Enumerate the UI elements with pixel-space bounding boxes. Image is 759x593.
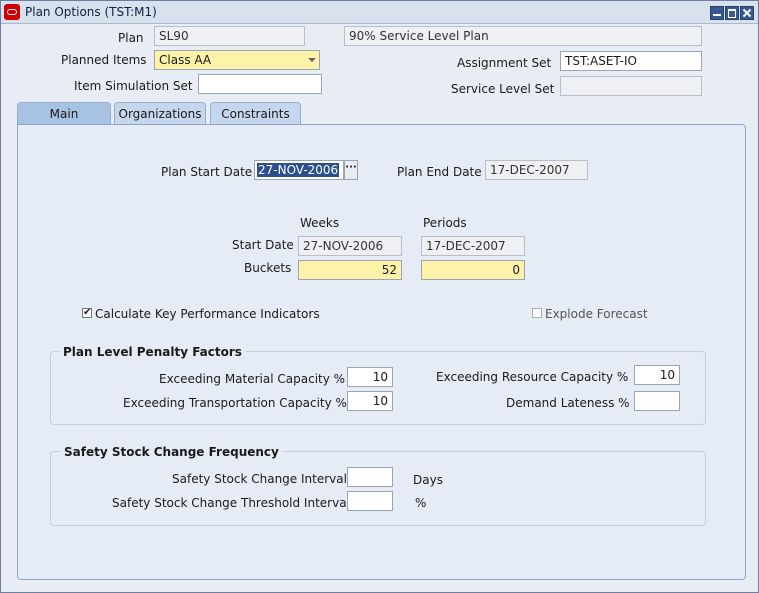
- weeks-start-date-field[interactable]: 27-NOV-2006: [298, 236, 402, 256]
- plan-start-date-value: 27-NOV-2006: [257, 163, 340, 177]
- tab-constraints[interactable]: Constraints: [210, 102, 301, 125]
- material-capacity-label: Exceeding Material Capacity %: [159, 372, 346, 386]
- kpi-label: Calculate Key Performance Indicators: [95, 307, 320, 321]
- safety-interval-unit: Days: [413, 473, 443, 487]
- assignment-set-label: Assignment Set: [457, 56, 552, 70]
- safety-stock-title: Safety Stock Change Frequency: [60, 445, 283, 459]
- buckets-label: Buckets: [244, 261, 292, 275]
- safety-stock-group: [50, 451, 706, 526]
- planned-items-select[interactable]: Class AA: [154, 50, 320, 70]
- plan-start-date-label: Plan Start Date: [161, 165, 253, 179]
- planned-items-value: Class AA: [159, 53, 212, 67]
- explode-forecast-label: Explode Forecast: [545, 307, 648, 321]
- penalty-factors-title: Plan Level Penalty Factors: [59, 345, 246, 359]
- service-level-set-label: Service Level Set: [451, 82, 555, 96]
- safety-threshold-unit: %: [415, 496, 427, 510]
- assignment-set-field[interactable]: TST:ASET-IO: [560, 51, 702, 71]
- safety-threshold-label: Safety Stock Change Threshold Interval: [112, 496, 350, 510]
- demand-lateness-field[interactable]: [634, 391, 680, 411]
- weeks-column-header: Weeks: [300, 216, 340, 230]
- transportation-capacity-field[interactable]: 10: [347, 391, 393, 411]
- service-level-set-field[interactable]: [560, 76, 702, 96]
- maximize-icon[interactable]: [725, 6, 739, 20]
- plan-options-window: Plan Options (TST:M1) Plan SL90 90% Serv…: [0, 0, 759, 593]
- periods-buckets-field[interactable]: 0: [421, 260, 525, 280]
- periods-column-header: Periods: [423, 216, 467, 230]
- minimize-icon[interactable]: [710, 6, 724, 20]
- explode-forecast-checkbox[interactable]: [532, 308, 542, 318]
- kpi-checkbox[interactable]: ✔: [82, 308, 92, 318]
- oracle-app-icon: [4, 4, 20, 20]
- plan-end-date-label: Plan End Date: [397, 165, 482, 179]
- close-icon[interactable]: [740, 6, 754, 20]
- plan-field[interactable]: SL90: [154, 26, 305, 46]
- weeks-buckets-field[interactable]: 52: [298, 260, 402, 280]
- demand-lateness-label: Demand Lateness %: [506, 396, 630, 410]
- tab-organizations[interactable]: Organizations: [114, 102, 206, 125]
- chevron-down-icon[interactable]: [308, 58, 316, 62]
- start-date-label: Start Date: [232, 238, 294, 252]
- calendar-lov-icon[interactable]: ···: [344, 160, 358, 180]
- transportation-capacity-label: Exceeding Transportation Capacity %: [123, 396, 347, 410]
- periods-start-date-field[interactable]: 17-DEC-2007: [421, 236, 525, 256]
- safety-interval-field[interactable]: [347, 467, 393, 487]
- plan-start-date-field[interactable]: 27-NOV-2006: [254, 160, 344, 180]
- item-simulation-set-field[interactable]: [198, 74, 322, 94]
- resource-capacity-label: Exceeding Resource Capacity %: [436, 370, 629, 384]
- tab-main[interactable]: Main: [17, 102, 111, 126]
- plan-label: Plan: [118, 31, 144, 45]
- safety-threshold-field[interactable]: [347, 491, 393, 511]
- material-capacity-field[interactable]: 10: [347, 367, 393, 387]
- safety-interval-label: Safety Stock Change Interval: [172, 472, 347, 486]
- window-title: Plan Options (TST:M1): [25, 5, 157, 19]
- resource-capacity-field[interactable]: 10: [634, 365, 680, 385]
- title-bar[interactable]: Plan Options (TST:M1): [1, 1, 758, 24]
- planned-items-label: Planned Items: [61, 53, 147, 67]
- penalty-factors-group: [50, 351, 706, 425]
- item-simulation-set-label: Item Simulation Set: [74, 79, 193, 93]
- plan-end-date-field[interactable]: 17-DEC-2007: [485, 160, 588, 180]
- plan-description-field[interactable]: 90% Service Level Plan: [344, 26, 702, 46]
